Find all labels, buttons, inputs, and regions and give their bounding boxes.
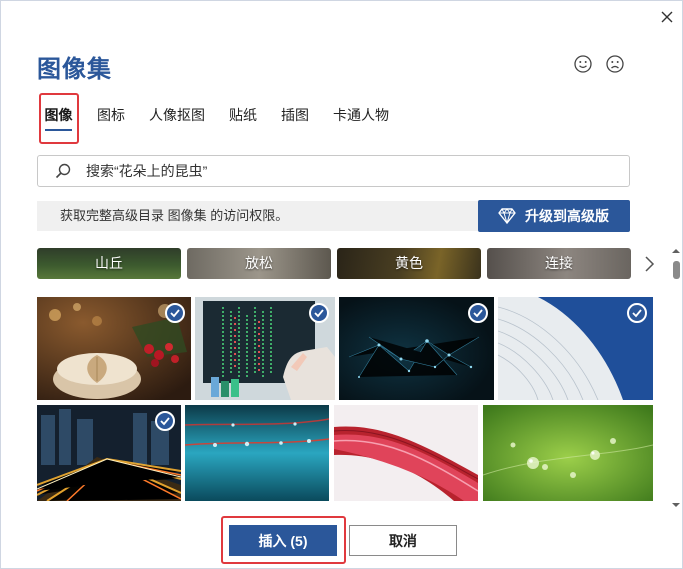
upgrade-banner-text: 获取完整高级目录 图像集 的访问权限。 [60, 208, 289, 223]
upgrade-button-label: 升级到高级版 [525, 208, 609, 224]
checkmark-icon [632, 309, 642, 318]
droplets-photo [185, 405, 329, 501]
image-tile-red-wave[interactable] [334, 405, 478, 501]
green-leaf-photo [483, 405, 653, 501]
image-tile-lab-screen[interactable] [195, 297, 335, 400]
tab-illustrations[interactable]: 插图 [281, 95, 309, 139]
upgrade-button[interactable]: 升级到高级版 [478, 200, 630, 232]
tab-cutout-people[interactable]: 人像抠图 [149, 95, 205, 139]
selected-check-badge [627, 303, 647, 323]
scroll-down-icon[interactable] [672, 501, 680, 509]
category-chip-label: 放松 [245, 255, 273, 271]
image-grid-scrollbar[interactable] [669, 247, 683, 509]
tab-label: 插图 [281, 107, 309, 123]
selected-check-badge [155, 411, 175, 431]
category-chip-yellow[interactable]: 黄色 [337, 248, 481, 279]
tab-label: 人像抠图 [149, 107, 205, 123]
active-tab-indicator [45, 129, 72, 131]
category-chip-label: 黄色 [395, 255, 423, 271]
insert-button[interactable]: 插入 (5) [229, 525, 337, 556]
checkmark-icon [314, 309, 324, 318]
checkmark-icon [170, 309, 180, 318]
scroll-thumb[interactable] [673, 261, 680, 279]
selected-check-badge [468, 303, 488, 323]
close-icon [661, 11, 673, 23]
tab-label: 图像 [44, 107, 73, 123]
upgrade-banner: 获取完整高级目录 图像集 的访问权限。 升级到高级版 [37, 200, 630, 232]
smile-icon [574, 55, 592, 73]
category-chip-label: 连接 [545, 255, 573, 271]
diamond-icon [498, 208, 516, 224]
selected-check-badge [309, 303, 329, 323]
chevron-right-icon [645, 256, 655, 272]
image-collection-dialog: 图像集 图像 图标 人像抠图 贴纸 插图 卡通人物 搜索“花朵上的昆虫” 获取完… [0, 0, 683, 569]
close-button[interactable] [657, 7, 677, 27]
red-wave-photo [334, 405, 478, 501]
category-next-button[interactable] [639, 251, 659, 277]
image-tile-architecture[interactable] [498, 297, 653, 400]
search-placeholder: 搜索“花朵上的昆虫” [86, 163, 208, 179]
selected-check-badge [165, 303, 185, 323]
search-box[interactable]: 搜索“花朵上的昆虫” [37, 155, 630, 187]
cancel-button[interactable]: 取消 [349, 525, 457, 556]
image-tile-droplets[interactable] [185, 405, 329, 501]
tab-stickers[interactable]: 贴纸 [229, 95, 257, 139]
checkmark-icon [160, 417, 170, 426]
scroll-up-icon[interactable] [672, 247, 680, 255]
tab-images[interactable]: 图像 [37, 95, 80, 139]
checkmark-icon [473, 309, 483, 318]
tab-label: 图标 [97, 107, 125, 123]
search-icon [55, 163, 71, 179]
feedback-happy-button[interactable] [572, 53, 594, 75]
image-tile-coffee[interactable] [37, 297, 191, 400]
tab-icons[interactable]: 图标 [97, 95, 125, 139]
dialog-title: 图像集 [37, 56, 112, 83]
frown-icon [606, 55, 624, 73]
image-tile-network[interactable] [339, 297, 494, 400]
category-chip-connection[interactable]: 连接 [487, 248, 631, 279]
category-chip-label: 山丘 [95, 255, 123, 271]
feedback-sad-button[interactable] [604, 53, 626, 75]
image-tile-green-leaf[interactable] [483, 405, 653, 501]
category-chip-relax[interactable]: 放松 [187, 248, 331, 279]
tab-label: 贴纸 [229, 107, 257, 123]
image-tile-city-lights[interactable] [37, 405, 181, 501]
category-chip-hills[interactable]: 山丘 [37, 248, 181, 279]
tab-cartoon-people[interactable]: 卡通人物 [333, 95, 389, 139]
tab-label: 卡通人物 [333, 107, 389, 123]
